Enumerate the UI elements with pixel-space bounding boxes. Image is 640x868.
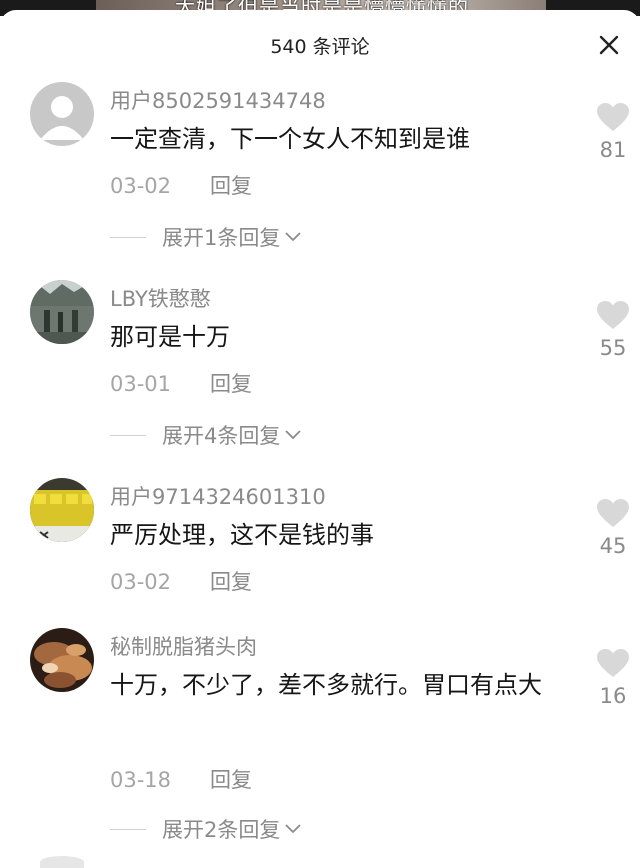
expand-replies-label: 展开1条回复 (162, 226, 281, 250)
chevron-down-icon (285, 824, 302, 834)
close-icon (599, 35, 619, 55)
avatar[interactable] (30, 82, 94, 146)
comments-count-title: 540 条评论 (270, 36, 370, 58)
expand-replies-label: 展开4条回复 (162, 424, 281, 448)
avatar[interactable] (30, 280, 94, 344)
close-button[interactable] (592, 28, 626, 62)
comment-meta: 03-01 回复 (110, 368, 252, 398)
like-group: 45 (590, 498, 636, 558)
reply-button[interactable]: 回复 (210, 174, 252, 198)
comment-date: 03-02 (110, 570, 172, 594)
comment-item: 秘制脱脂猪头肉 十万，不少了，差不多就行。胃口有点大 03-18 回复 展开2条回… (0, 628, 640, 848)
like-count: 55 (599, 336, 627, 360)
comments-sheet: 540 条评论 用户8502591434748 一定查清，下一个女人不知到是谁 … (0, 10, 640, 863)
chevron-down-icon (285, 232, 302, 242)
default-user-avatar-icon (30, 82, 94, 146)
comment-item: 用户9714324601310 严厉处理，这不是钱的事 03-02 回复 45 (0, 478, 640, 618)
chevron-down-icon (285, 430, 302, 440)
photo-avatar-food-icon (30, 628, 94, 692)
expand-replies-button[interactable]: 展开1条回复 (110, 222, 302, 252)
comment-text: 严厉处理，这不是钱的事 (110, 521, 374, 549)
avatar[interactable] (30, 478, 94, 542)
comment-username[interactable]: 秘制脱脂猪头肉 (110, 631, 257, 661)
divider-line (110, 434, 146, 436)
comment-username[interactable]: 用户8502591434748 (110, 85, 326, 115)
photo-avatar-outdoor-icon (30, 280, 94, 344)
reply-button[interactable]: 回复 (210, 570, 252, 594)
heart-icon[interactable] (596, 648, 630, 678)
like-group: 81 (590, 102, 636, 162)
avatar[interactable] (30, 628, 94, 692)
comment-item: LBY铁憨憨 那可是十万 03-01 回复 展开4条回复 55 (0, 280, 640, 460)
expand-replies-label: 展开2条回复 (162, 818, 281, 842)
comment-item: 用户8502591434748 一定查清，下一个女人不知到是谁 03-02 回复 … (0, 82, 640, 262)
like-count: 16 (599, 684, 627, 708)
like-group: 55 (590, 300, 636, 360)
expand-replies-button[interactable]: 展开4条回复 (110, 420, 302, 450)
comment-username[interactable]: 用户9714324601310 (110, 481, 326, 511)
comment-date: 03-18 (110, 768, 172, 792)
like-count: 81 (599, 138, 627, 162)
comment-username[interactable]: LBY铁憨憨 (110, 283, 211, 313)
comment-text: 十万，不少了，差不多就行。胃口有点大 (110, 671, 542, 699)
like-count: 45 (599, 534, 627, 558)
like-group: 16 (590, 648, 636, 708)
comment-date: 03-02 (110, 174, 172, 198)
comment-text: 那可是十万 (110, 323, 230, 351)
comment-meta: 03-02 回复 (110, 170, 252, 200)
reply-button[interactable]: 回复 (210, 372, 252, 396)
divider-line (110, 828, 146, 830)
comment-meta: 03-02 回复 (110, 566, 252, 596)
divider-line (110, 236, 146, 238)
comment-date: 03-01 (110, 372, 172, 396)
comment-text: 一定查清，下一个女人不知到是谁 (110, 125, 470, 153)
heart-icon[interactable] (596, 300, 630, 330)
reply-button[interactable]: 回复 (210, 768, 252, 792)
heart-icon[interactable] (596, 102, 630, 132)
next-comment-avatar (40, 856, 84, 868)
expand-replies-button[interactable]: 展开2条回复 (110, 814, 302, 844)
photo-avatar-yellow-panel-icon (30, 478, 94, 542)
heart-icon[interactable] (596, 498, 630, 528)
comment-meta: 03-18 回复 (110, 764, 252, 794)
